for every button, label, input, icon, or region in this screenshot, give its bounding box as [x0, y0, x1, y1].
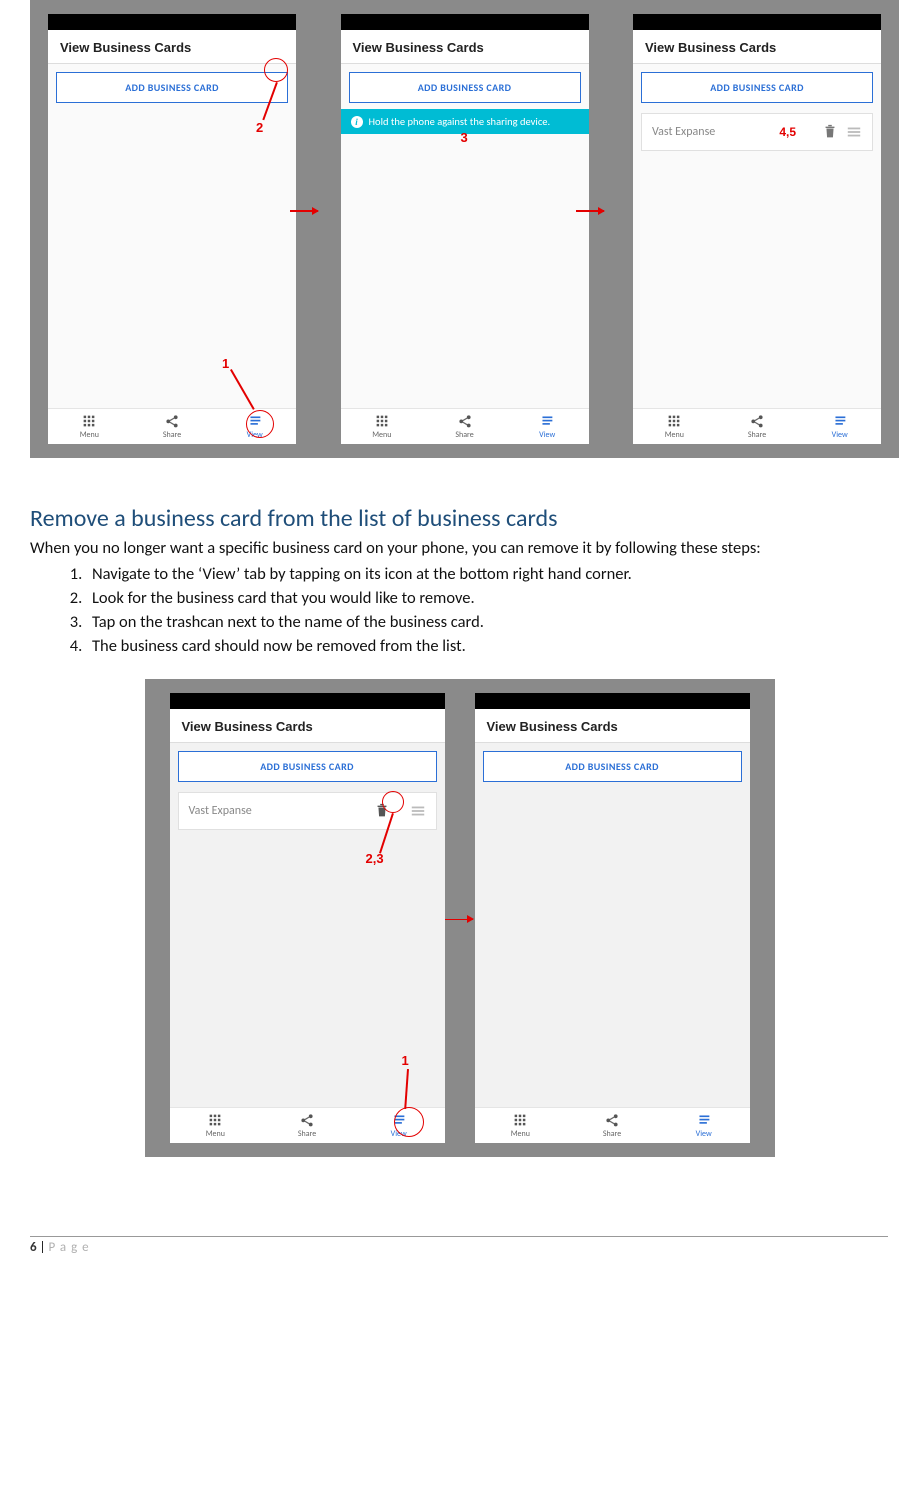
add-business-card-button[interactable]: ADD BUSINESS CARD — [178, 751, 437, 782]
info-banner: i Hold the phone against the sharing dev… — [341, 109, 589, 134]
nav-label: Share — [298, 1129, 316, 1139]
bottom-nav: Menu Share View — [633, 408, 881, 444]
info-text: Hold the phone against the sharing devic… — [369, 115, 551, 128]
nav-share[interactable]: Share — [131, 409, 214, 444]
page-number: 6 — [30, 1240, 37, 1255]
list-icon — [391, 1113, 407, 1127]
nav-menu[interactable]: Menu — [475, 1108, 567, 1143]
step-item: Look for the business card that you woul… — [86, 587, 889, 611]
nav-menu[interactable]: Menu — [48, 409, 131, 444]
list-icon — [832, 414, 848, 428]
section-heading: Remove a business card from the list of … — [30, 504, 889, 533]
phone-screen-2: View Business Cards ADD BUSINESS CARD i … — [341, 14, 589, 444]
phone-screen-a: View Business Cards ADD BUSINESS CARD Va… — [170, 693, 445, 1143]
phone-screen-3: View Business Cards ADD BUSINESS CARD Va… — [633, 14, 881, 444]
arrow-icon — [290, 210, 318, 212]
nav-view[interactable]: View — [353, 1108, 445, 1143]
figure-remove-card: View Business Cards ADD BUSINESS CARD Va… — [145, 679, 775, 1157]
nav-label: Menu — [511, 1129, 530, 1139]
share-icon — [164, 414, 180, 428]
footer-sep: | — [37, 1240, 49, 1255]
nav-label: Share — [603, 1129, 621, 1139]
step-item: Navigate to the ‘View’ tab by tapping on… — [86, 563, 889, 587]
nav-share[interactable]: Share — [261, 1108, 353, 1143]
nav-label: View — [247, 430, 263, 440]
nav-label: Menu — [80, 430, 99, 440]
nav-label: Menu — [665, 430, 684, 440]
status-bar — [475, 693, 750, 709]
hamburger-icon[interactable] — [846, 124, 862, 140]
card-name: Vast Expanse — [189, 804, 366, 818]
trash-icon[interactable] — [374, 803, 390, 819]
nav-label: View — [696, 1129, 712, 1139]
nav-label: Share — [455, 430, 473, 440]
nav-menu[interactable]: Menu — [170, 1108, 262, 1143]
grid-icon — [374, 414, 390, 428]
section-intro: When you no longer want a specific busin… — [30, 537, 889, 559]
page-footer: 6 | Page — [30, 1236, 888, 1255]
screen-title: View Business Cards — [48, 30, 296, 64]
phone-screen-1: View Business Cards ADD BUSINESS CARD Me… — [48, 14, 296, 444]
bottom-nav: Menu Share View — [48, 408, 296, 444]
screen-title: View Business Cards — [170, 709, 445, 743]
bottom-nav: Menu Share View — [170, 1107, 445, 1143]
nav-label: Menu — [206, 1129, 225, 1139]
nav-label: View — [539, 430, 555, 440]
add-business-card-button[interactable]: ADD BUSINESS CARD — [56, 72, 288, 103]
nav-menu[interactable]: Menu — [341, 409, 424, 444]
figure-add-card: View Business Cards ADD BUSINESS CARD Me… — [30, 0, 899, 458]
step-item: Tap on the trashcan next to the name of … — [86, 611, 889, 635]
grid-icon — [81, 414, 97, 428]
info-icon: i — [351, 116, 363, 128]
nav-label: Share — [748, 430, 766, 440]
status-bar — [341, 14, 589, 30]
bottom-nav: Menu Share View — [341, 408, 589, 444]
share-icon — [749, 414, 765, 428]
screen-title: View Business Cards — [633, 30, 881, 64]
nav-view[interactable]: View — [506, 409, 589, 444]
nav-view[interactable]: View — [798, 409, 881, 444]
grid-icon — [207, 1113, 223, 1127]
add-business-card-button[interactable]: ADD BUSINESS CARD — [349, 72, 581, 103]
screen-title: View Business Cards — [341, 30, 589, 64]
annotation-label-45: 4,5 — [779, 125, 796, 139]
add-business-card-button[interactable]: ADD BUSINESS CARD — [641, 72, 873, 103]
list-icon — [539, 414, 555, 428]
nav-view[interactable]: View — [213, 409, 296, 444]
nav-label: Share — [163, 430, 181, 440]
list-icon — [696, 1113, 712, 1127]
grid-icon — [512, 1113, 528, 1127]
list-icon — [247, 414, 263, 428]
phone-screen-b: View Business Cards ADD BUSINESS CARD Me… — [475, 693, 750, 1143]
nav-label: View — [832, 430, 848, 440]
nav-label: View — [391, 1129, 407, 1139]
share-icon — [299, 1113, 315, 1127]
nav-share[interactable]: Share — [716, 409, 799, 444]
nav-share[interactable]: Share — [566, 1108, 658, 1143]
nav-label: Menu — [372, 430, 391, 440]
nav-share[interactable]: Share — [423, 409, 506, 444]
share-icon — [604, 1113, 620, 1127]
nav-view[interactable]: View — [658, 1108, 750, 1143]
nav-menu[interactable]: Menu — [633, 409, 716, 444]
grid-icon — [666, 414, 682, 428]
status-bar — [48, 14, 296, 30]
status-bar — [170, 693, 445, 709]
hamburger-icon[interactable] — [410, 803, 426, 819]
arrow-icon — [576, 210, 604, 212]
bottom-nav: Menu Share View — [475, 1107, 750, 1143]
arrow-icon — [445, 919, 473, 921]
screen-title: View Business Cards — [475, 709, 750, 743]
step-item: The business card should now be removed … — [86, 635, 889, 659]
card-name: Vast Expanse — [652, 125, 771, 139]
add-business-card-button[interactable]: ADD BUSINESS CARD — [483, 751, 742, 782]
business-card-row[interactable]: Vast Expanse — [178, 792, 437, 830]
footer-word: Page — [48, 1240, 93, 1255]
share-icon — [457, 414, 473, 428]
business-card-row[interactable]: Vast Expanse 4,5 — [641, 113, 873, 151]
status-bar — [633, 14, 881, 30]
trash-icon[interactable] — [822, 124, 838, 140]
steps-list: Navigate to the ‘View’ tab by tapping on… — [30, 563, 889, 659]
